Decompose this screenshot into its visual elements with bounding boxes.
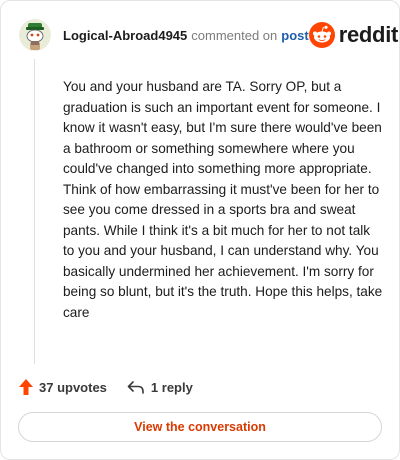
upvote-count: 37 upvotes [39,379,107,395]
thread-line [34,59,35,364]
post-link[interactable]: post [281,28,308,43]
reply-button[interactable]: 1 reply [127,380,193,395]
comment-meta: Logical-Abroad4945 commented on post [63,28,309,43]
reply-arrow-icon [127,381,144,394]
commented-on-label: commented on [191,27,278,43]
view-conversation-button[interactable]: View the conversation [18,412,382,442]
reddit-snoo-icon [308,22,335,48]
reply-count: 1 reply [150,379,193,395]
avatar[interactable] [19,19,51,51]
comment-card: Logical-Abroad4945 commented on post reddi… [0,0,400,460]
comment-body: You and your husband are TA. Sorry OP, b… [63,79,383,320]
upvote-arrow-icon [19,379,33,395]
comment-actions: 37 upvotes 1 reply [19,377,193,397]
upvote-button[interactable]: 37 upvotes [19,379,107,395]
username-link[interactable]: Logical-Abroad4945 [63,28,187,43]
snoo-avatar-icon [19,19,51,51]
reddit-logo[interactable]: reddit [308,22,399,48]
reddit-wordmark: reddit [338,22,399,47]
comment-header: Logical-Abroad4945 commented on post reddi… [19,17,398,53]
